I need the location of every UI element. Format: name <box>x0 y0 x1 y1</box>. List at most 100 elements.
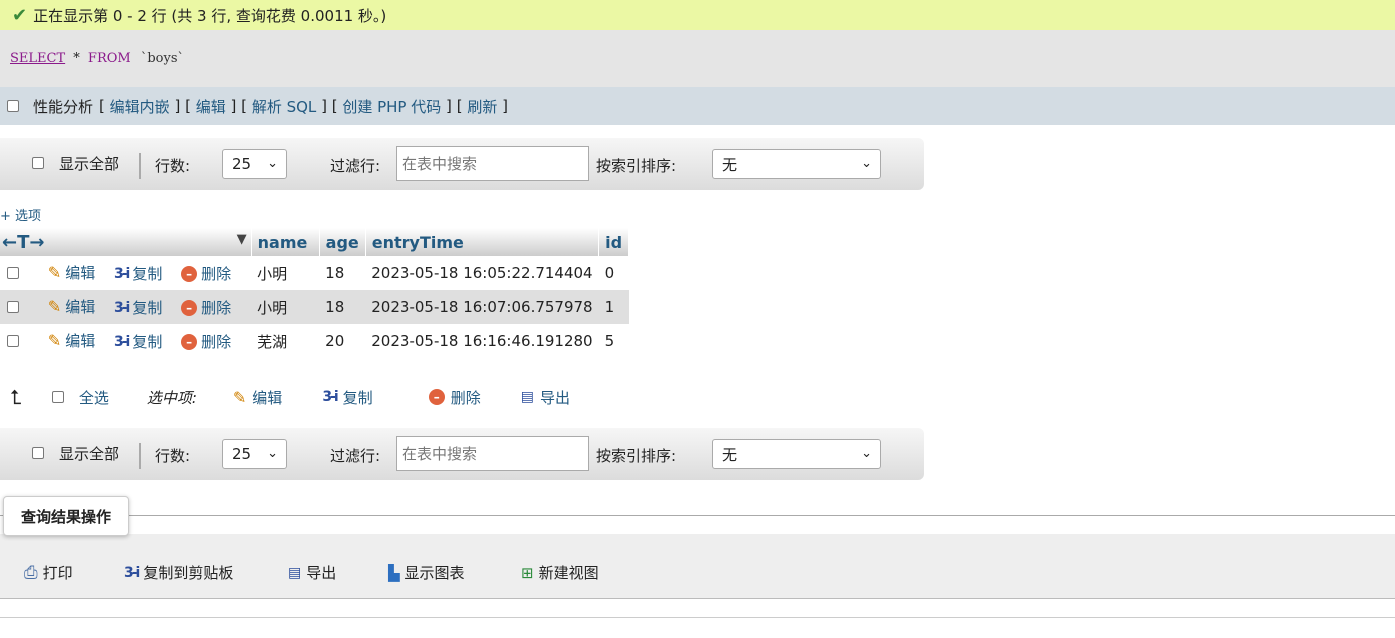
rows-per-page-select[interactable]: 25 ⌄ <box>222 439 287 469</box>
pencil-icon: ✎ <box>47 330 62 350</box>
explain-sql-link[interactable]: 解析 SQL <box>252 96 316 117</box>
cell-age[interactable]: 20 <box>319 324 366 358</box>
row-copy-button[interactable]: 3-i 复制 <box>114 297 162 318</box>
delete-label: 删除 <box>201 299 232 318</box>
refresh-link[interactable]: 刷新 <box>467 96 497 117</box>
bulk-copy-button[interactable]: 3-i 复制 <box>322 387 372 408</box>
show-all-checkbox[interactable] <box>32 157 44 169</box>
copy-label: 复制 <box>132 265 163 284</box>
cell-age[interactable]: 18 <box>319 256 366 290</box>
sql-query-box: SELECT * FROM `boys` <box>0 30 1395 87</box>
filter-rows-input[interactable]: 在表中搜索 <box>396 436 589 471</box>
print-button[interactable]: ⎙ 打印 <box>24 562 73 583</box>
bottom-navigation-bar: 显示全部 行数: 25 ⌄ 过滤行: 在表中搜索 按索引排序: 无 ⌄ <box>0 428 924 480</box>
cell-name[interactable]: 小明 <box>251 290 320 324</box>
row-edit-button[interactable]: ✎ 编辑 <box>48 330 95 351</box>
column-header-id[interactable]: id <box>598 228 630 256</box>
copy-label: 复制 <box>132 333 163 352</box>
divider <box>0 515 1395 516</box>
cell-name[interactable]: 小明 <box>251 256 320 290</box>
row-actions: ✎ 编辑 3-i 复制 – 删除 <box>0 290 252 324</box>
column-arrows-icon[interactable]: ←T→ <box>2 232 44 253</box>
check-all-checkbox[interactable] <box>51 391 64 403</box>
column-header-age[interactable]: age <box>319 228 366 256</box>
row-actions: ✎ 编辑 3-i 复制 – 删除 <box>0 324 252 358</box>
copy-row-icon: 3-i <box>113 299 130 316</box>
filter-rows-placeholder: 在表中搜索 <box>402 155 478 173</box>
table-header-row: ←T→ ▼ name age entryTime id <box>0 228 630 256</box>
export-icon: ▤ <box>288 564 302 581</box>
copy-to-clipboard-button[interactable]: 3-i 复制到剪贴板 <box>124 562 233 583</box>
create-view-button[interactable]: ⊞ 新建视图 <box>521 562 599 583</box>
row-edit-button[interactable]: ✎ 编辑 <box>48 262 95 283</box>
bulk-export-button[interactable]: ▤ 导出 <box>521 387 570 408</box>
sql-select-keyword[interactable]: SELECT <box>10 51 65 66</box>
cell-entrytime[interactable]: 2023-05-18 16:07:06.757978 <box>365 290 599 324</box>
filter-rows-input[interactable]: 在表中搜索 <box>396 146 589 181</box>
row-checkbox[interactable] <box>7 267 19 280</box>
separator <box>139 443 141 469</box>
bulk-delete-button[interactable]: – 删除 <box>428 387 481 408</box>
cell-id[interactable]: 0 <box>598 256 629 290</box>
success-message: ✔ 正在显示第 0 - 2 行 (共 3 行, 查询花费 0.0011 秒。) <box>0 0 1395 30</box>
row-delete-button[interactable]: – 删除 <box>181 331 231 352</box>
filter-rows-placeholder: 在表中搜索 <box>402 445 478 463</box>
rows-label: 行数: <box>155 447 191 465</box>
export-button[interactable]: ▤ 导出 <box>288 562 336 583</box>
export-label: 导出 <box>306 564 337 582</box>
status-text: 正在显示第 0 - 2 行 (共 3 行, 查询花费 0.0011 秒。) <box>33 6 387 25</box>
delete-icon: – <box>428 389 445 405</box>
column-header-entrytime[interactable]: entryTime <box>365 228 600 256</box>
filter-rows-label: 过滤行: <box>330 447 381 465</box>
checkmark-icon: ✔ <box>12 4 28 26</box>
sort-by-index-label: 按索引排序: <box>596 157 677 175</box>
cell-id[interactable]: 5 <box>598 324 629 358</box>
column-header-name[interactable]: name <box>251 228 320 256</box>
edit-label: 编辑 <box>65 331 96 350</box>
bulk-edit-label: 编辑 <box>252 388 283 407</box>
export-icon: ▤ <box>520 389 534 405</box>
bulk-edit-button[interactable]: ✎ 编辑 <box>233 387 282 408</box>
options-link[interactable]: + 选项 <box>0 205 41 224</box>
delete-label: 删除 <box>201 333 232 352</box>
delete-icon: – <box>181 333 198 350</box>
edit-link[interactable]: 编辑 <box>196 96 226 117</box>
bulk-actions-bar: ⮤ 全选 选中项: ✎ 编辑 3-i 复制 – 删除 ▤ 导出 <box>0 380 700 414</box>
edit-label: 编辑 <box>65 263 96 282</box>
cell-age[interactable]: 18 <box>319 290 366 324</box>
row-delete-button[interactable]: – 删除 <box>181 263 231 284</box>
edit-inline-link[interactable]: 编辑内嵌 <box>110 96 170 117</box>
row-edit-button[interactable]: ✎ 编辑 <box>48 296 95 317</box>
results-table: ←T→ ▼ name age entryTime id ✎ 编辑 3-i 复制 – 删… <box>0 228 630 358</box>
divider <box>0 617 1395 618</box>
column-controls-header: ←T→ ▼ <box>0 228 252 256</box>
sql-table-name: `boys` <box>140 51 185 66</box>
pencil-icon: ✎ <box>232 387 247 407</box>
query-results-operations-title: 查询结果操作 <box>3 496 129 536</box>
rows-per-page-select[interactable]: 25 ⌄ <box>222 149 287 179</box>
delete-label: 删除 <box>201 265 232 284</box>
check-all-label[interactable]: 全选 <box>79 387 109 408</box>
sort-by-index-value: 无 <box>722 155 738 174</box>
pencil-icon: ✎ <box>47 262 62 282</box>
sort-by-index-select[interactable]: 无 ⌄ <box>712 439 881 469</box>
display-chart-button[interactable]: ▙ 显示图表 <box>388 562 465 583</box>
copy-row-icon: 3-i <box>322 389 338 405</box>
sort-triangle-icon[interactable]: ▼ <box>237 232 247 247</box>
bulk-delete-label: 删除 <box>450 388 481 407</box>
cell-name[interactable]: 芜湖 <box>251 324 320 358</box>
show-all-checkbox[interactable] <box>32 447 44 459</box>
create-view-label: 新建视图 <box>538 564 599 582</box>
create-php-code-link[interactable]: 创建 PHP 代码 <box>342 96 441 117</box>
cell-id[interactable]: 1 <box>598 290 629 324</box>
row-checkbox[interactable] <box>7 301 19 314</box>
row-checkbox[interactable] <box>7 335 19 348</box>
rows-label: 行数: <box>155 157 191 175</box>
profiling-checkbox[interactable] <box>7 100 19 112</box>
sort-by-index-select[interactable]: 无 ⌄ <box>712 149 881 179</box>
row-copy-button[interactable]: 3-i 复制 <box>114 263 162 284</box>
cell-entrytime[interactable]: 2023-05-18 16:16:46.191280 <box>365 324 599 358</box>
row-copy-button[interactable]: 3-i 复制 <box>114 331 162 352</box>
cell-entrytime[interactable]: 2023-05-18 16:05:22.714404 <box>365 256 599 290</box>
row-delete-button[interactable]: – 删除 <box>181 297 231 318</box>
